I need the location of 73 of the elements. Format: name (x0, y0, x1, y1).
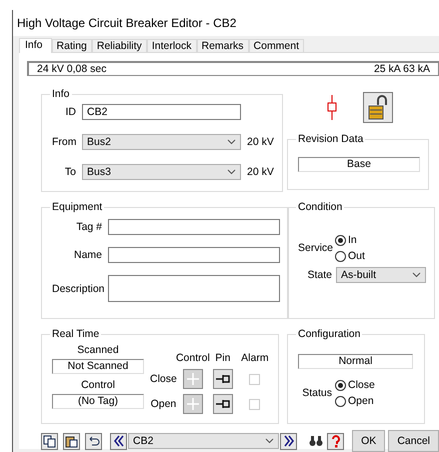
padlock-icon (366, 94, 390, 120)
field-label: Description (52, 282, 102, 294)
radio-button[interactable]: In (335, 234, 365, 246)
status-right-text: 25 kA 63 kA (374, 63, 430, 75)
undo-icon (87, 434, 100, 448)
description-field[interactable] (108, 275, 280, 302)
row-label: Open (150, 398, 176, 410)
group-title: Real Time (51, 328, 100, 340)
breaker-symbol-icon (327, 95, 337, 120)
radio-button[interactable]: Out (335, 250, 365, 262)
field-label: Service (298, 242, 332, 254)
field-label: Status (302, 387, 332, 399)
ok-button[interactable]: OK (352, 430, 386, 452)
copy-icon (43, 434, 56, 448)
radio-button[interactable]: Close (335, 379, 375, 391)
group-title: Configuration (297, 328, 362, 340)
window-title: High Voltage Circuit Breaker Editor - CB2 (17, 16, 236, 30)
field-label: State (306, 269, 332, 281)
plus-icon (186, 397, 200, 411)
cancel-button[interactable]: Cancel (388, 430, 439, 452)
group-title: Info (51, 88, 71, 100)
tab[interactable]: Info (19, 38, 52, 53)
revision-field: Base (298, 157, 420, 172)
voltage-text: 20 kV (247, 136, 274, 148)
lock-button[interactable] (363, 92, 393, 123)
scanned-field: Not Scanned (52, 359, 144, 374)
column-header: Alarm (241, 352, 269, 364)
tab[interactable]: Comment (248, 39, 304, 52)
binoculars-icon (308, 435, 323, 447)
id-field[interactable]: CB2 (82, 104, 241, 120)
group-title: Condition (297, 201, 344, 213)
group-title: Equipment (51, 201, 104, 213)
field-label: ID (64, 106, 76, 118)
group-title: Revision Data (297, 133, 364, 145)
configuration-field: Normal (298, 354, 413, 369)
voltage-text: 20 kV (247, 166, 274, 178)
undo-button[interactable] (85, 432, 102, 450)
control-label: Control (81, 379, 115, 391)
text-field[interactable] (108, 219, 280, 235)
tab[interactable]: Remarks (196, 39, 249, 52)
pin-icon (214, 398, 231, 410)
help-button[interactable] (327, 432, 344, 450)
tab[interactable]: Reliability (92, 39, 147, 52)
state-dropdown[interactable]: As-built (336, 267, 426, 283)
field-label: Tag # (75, 221, 102, 233)
record-dropdown[interactable]: CB2 (128, 433, 280, 449)
control-field: (No Tag) (52, 394, 144, 409)
column-header: Pin (215, 352, 230, 364)
row-label: Close (150, 373, 177, 385)
tab[interactable]: Rating (52, 39, 92, 52)
column-header: Control (176, 352, 210, 364)
copy-button[interactable] (41, 432, 58, 450)
paste-button[interactable] (63, 432, 80, 450)
status-left-text: 24 kV 0,08 sec (37, 63, 106, 75)
double-left-chevron-icon (112, 435, 124, 447)
double-right-chevron-icon (282, 435, 295, 447)
pin-button[interactable] (212, 394, 233, 414)
field-label: Name (72, 249, 102, 261)
paste-icon (65, 434, 78, 448)
pin-button[interactable] (212, 369, 233, 389)
pin-icon (214, 373, 231, 385)
bus-dropdown[interactable]: Bus3 (82, 164, 241, 180)
next-button[interactable] (280, 432, 298, 450)
radio-button[interactable]: Open (335, 395, 375, 407)
plus-icon (186, 372, 200, 386)
scanned-label: Scanned (77, 344, 119, 356)
field-label: From (52, 136, 76, 148)
help-icon (330, 434, 341, 448)
text-field[interactable] (108, 247, 280, 263)
tab[interactable]: Interlock (146, 39, 196, 52)
bus-dropdown[interactable]: Bus2 (82, 134, 241, 150)
previous-button[interactable] (110, 432, 127, 450)
field-label: To (64, 166, 76, 178)
